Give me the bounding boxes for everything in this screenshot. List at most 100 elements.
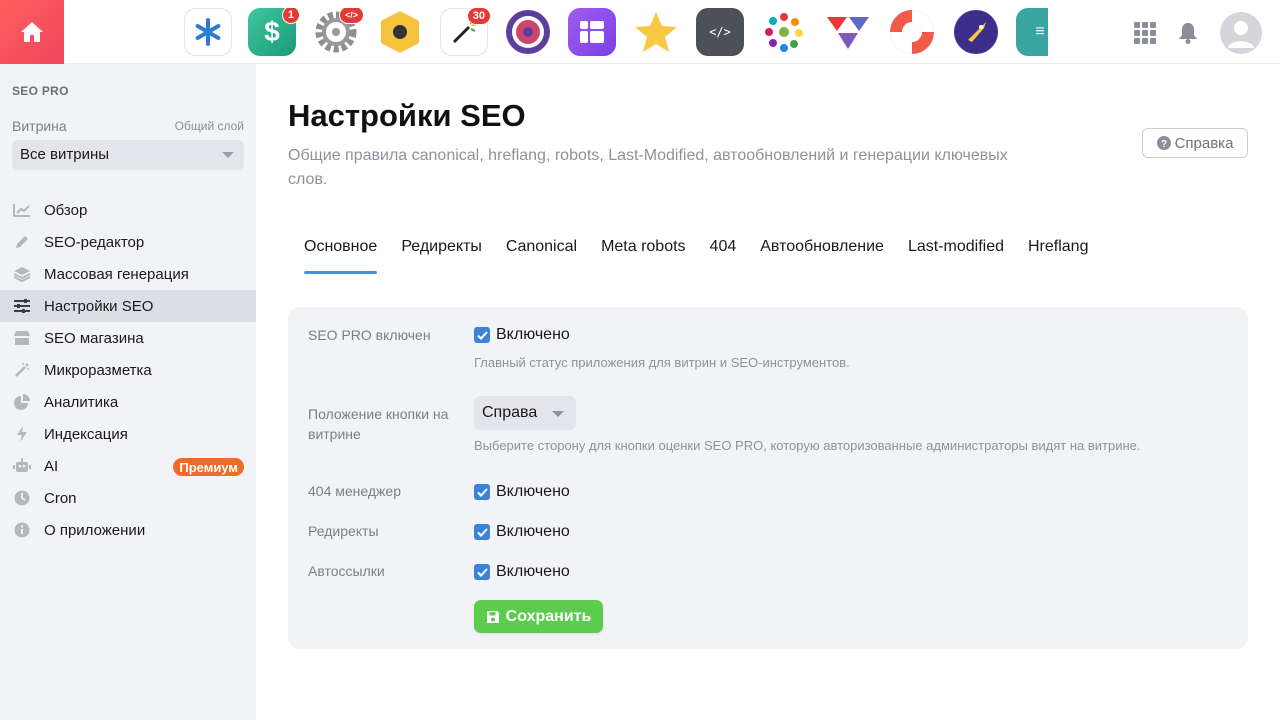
hexagon-app-icon[interactable] — [376, 8, 424, 56]
sidebar-item-label: Массовая генерация — [44, 265, 189, 283]
sidebar-item-ai[interactable]: AI Премиум — [0, 450, 256, 482]
tab-meta-robots[interactable]: Meta robots — [589, 236, 697, 274]
save-button-label: Сохранить — [505, 607, 592, 625]
info-icon — [13, 522, 31, 538]
tab-redirects[interactable]: Редиректы — [389, 236, 494, 274]
sidebar-item-label: Микроразметка — [44, 361, 152, 379]
lifebuoy-app-icon[interactable] — [888, 8, 936, 56]
sidebar-item-label: Аналитика — [44, 393, 119, 411]
chevron-down-icon — [552, 411, 564, 417]
sidebar-item-store-seo[interactable]: SEO магазина — [0, 322, 256, 354]
sidebar-item-label: AI — [44, 457, 59, 475]
home-icon — [21, 22, 43, 42]
blocks-app-icon[interactable] — [568, 8, 616, 56]
checkbox-label: Включено — [496, 326, 570, 343]
magic-wand-app-icon[interactable]: 30 — [440, 8, 491, 56]
sidebar-item-label: SEO магазина — [44, 329, 144, 347]
sidebar-item-cron[interactable]: Cron — [0, 482, 256, 514]
tab-hreflang[interactable]: Hreflang — [1016, 236, 1100, 274]
triangles-app-icon[interactable] — [824, 8, 872, 56]
settings-tabs: Основное Редиректы Canonical Meta robots… — [288, 236, 1100, 274]
page-description: Общие правила canonical, hreflang, robot… — [288, 147, 1008, 188]
code-badge: </> — [338, 8, 364, 24]
sidebar-item-label: SEO-редактор — [44, 233, 145, 251]
checkbox-checked-icon — [474, 524, 490, 540]
top-bar: $ 1 </> 30 </> ≡ — [0, 0, 1280, 64]
apps-grid-icon[interactable] — [1134, 22, 1156, 44]
redirects-checkbox[interactable]: Включено — [474, 523, 570, 541]
sidebar: SEO PRO Витрина Общий слой Все витрины О… — [0, 64, 256, 720]
line-chart-icon — [13, 202, 31, 218]
magic-wand-icon — [13, 362, 31, 378]
code-notebook-app-icon[interactable]: </> — [696, 8, 744, 56]
checkbox-checked-icon — [474, 484, 490, 500]
button-position-select[interactable]: Справа — [474, 396, 576, 430]
page-title: Настройки SEO — [288, 98, 526, 133]
store-icon — [13, 330, 31, 346]
robot-icon — [13, 458, 31, 474]
seo-pro-enabled-checkbox[interactable]: Включено — [474, 326, 570, 344]
storefront-hint: Общий слой — [174, 119, 244, 133]
storefront-select[interactable]: Все витрины — [12, 140, 244, 170]
sidebar-item-analytics[interactable]: Аналитика — [0, 386, 256, 418]
sidebar-item-label: Индексация — [44, 425, 128, 443]
floppy-disk-icon — [486, 610, 499, 623]
sidebar-item-seo-settings[interactable]: Настройки SEO — [0, 290, 256, 322]
dollar-app-icon[interactable]: $ 1 — [248, 8, 300, 56]
autolinks-checkbox[interactable]: Включено — [474, 563, 570, 581]
pie-chart-icon — [13, 394, 31, 410]
rocket-app-icon[interactable] — [952, 8, 1000, 56]
asterisk-app-icon[interactable] — [184, 8, 232, 56]
layers-icon — [13, 266, 31, 282]
color-dots-app-icon[interactable] — [760, 8, 808, 56]
star-person-app-icon[interactable] — [632, 8, 680, 56]
manager-404-label: 404 менеджер — [308, 483, 401, 499]
help-button[interactable]: ? Справка — [1142, 128, 1248, 158]
checkbox-label: Включено — [496, 563, 570, 580]
home-button[interactable] — [0, 0, 64, 64]
autolinks-label: Автоссылки — [308, 563, 385, 579]
sidebar-item-overview[interactable]: Обзор — [0, 194, 256, 226]
notification-badge: 1 — [281, 8, 300, 24]
checkbox-checked-icon — [474, 564, 490, 580]
tab-auto-update[interactable]: Автообновление — [748, 236, 896, 274]
sidebar-item-markup[interactable]: Микроразметка — [0, 354, 256, 386]
camera-lens-app-icon[interactable] — [504, 8, 552, 56]
svg-text:?: ? — [1161, 139, 1167, 150]
sidebar-item-about[interactable]: О приложении — [0, 514, 256, 546]
storefront-select-value: Все витрины — [20, 146, 110, 163]
button-position-label: Положение кнопки на витрине — [308, 406, 449, 442]
button-position-value: Справа — [482, 404, 538, 421]
tab-last-modified[interactable]: Last-modified — [896, 236, 1016, 274]
checkbox-label: Включено — [496, 523, 570, 540]
question-circle-icon: ? — [1156, 136, 1171, 150]
clock-icon — [13, 490, 31, 506]
sidebar-item-label: Обзор — [44, 201, 88, 219]
bell-icon[interactable] — [1178, 22, 1198, 44]
gear-app-icon[interactable]: </> — [312, 8, 364, 56]
app-launcher-strip: $ 1 </> 30 </> ≡ — [184, 8, 1048, 56]
top-right-controls — [1134, 12, 1262, 54]
sliders-icon — [13, 298, 31, 314]
premium-badge: Премиум — [173, 458, 244, 476]
manager-404-checkbox[interactable]: Включено — [474, 483, 570, 501]
help-button-label: Справка — [1174, 134, 1234, 152]
seo-pro-enabled-label: SEO PRO включен — [308, 327, 431, 343]
user-icon — [1228, 21, 1254, 48]
sidebar-item-seo-editor[interactable]: SEO-редактор — [0, 226, 256, 258]
sidebar-nav: Обзор SEO-редактор Массовая генерация На… — [0, 194, 256, 546]
checkbox-checked-icon — [474, 327, 490, 343]
teal-app-icon[interactable]: ≡ — [1016, 8, 1048, 56]
tab-canonical[interactable]: Canonical — [494, 236, 589, 274]
tab-404[interactable]: 404 — [698, 236, 749, 274]
button-position-hint: Выберите сторону для кнопки оценки SEO P… — [474, 438, 1141, 453]
checkbox-label: Включено — [496, 483, 570, 500]
sidebar-item-bulk-generation[interactable]: Массовая генерация — [0, 258, 256, 290]
sidebar-item-indexing[interactable]: Индексация — [0, 418, 256, 450]
save-button[interactable]: Сохранить — [474, 600, 603, 633]
tab-general[interactable]: Основное — [288, 236, 389, 274]
sidebar-item-label: Cron — [44, 489, 77, 507]
redirects-label: Редиректы — [308, 523, 379, 539]
notification-badge: 30 — [466, 8, 491, 25]
avatar[interactable] — [1220, 12, 1262, 54]
